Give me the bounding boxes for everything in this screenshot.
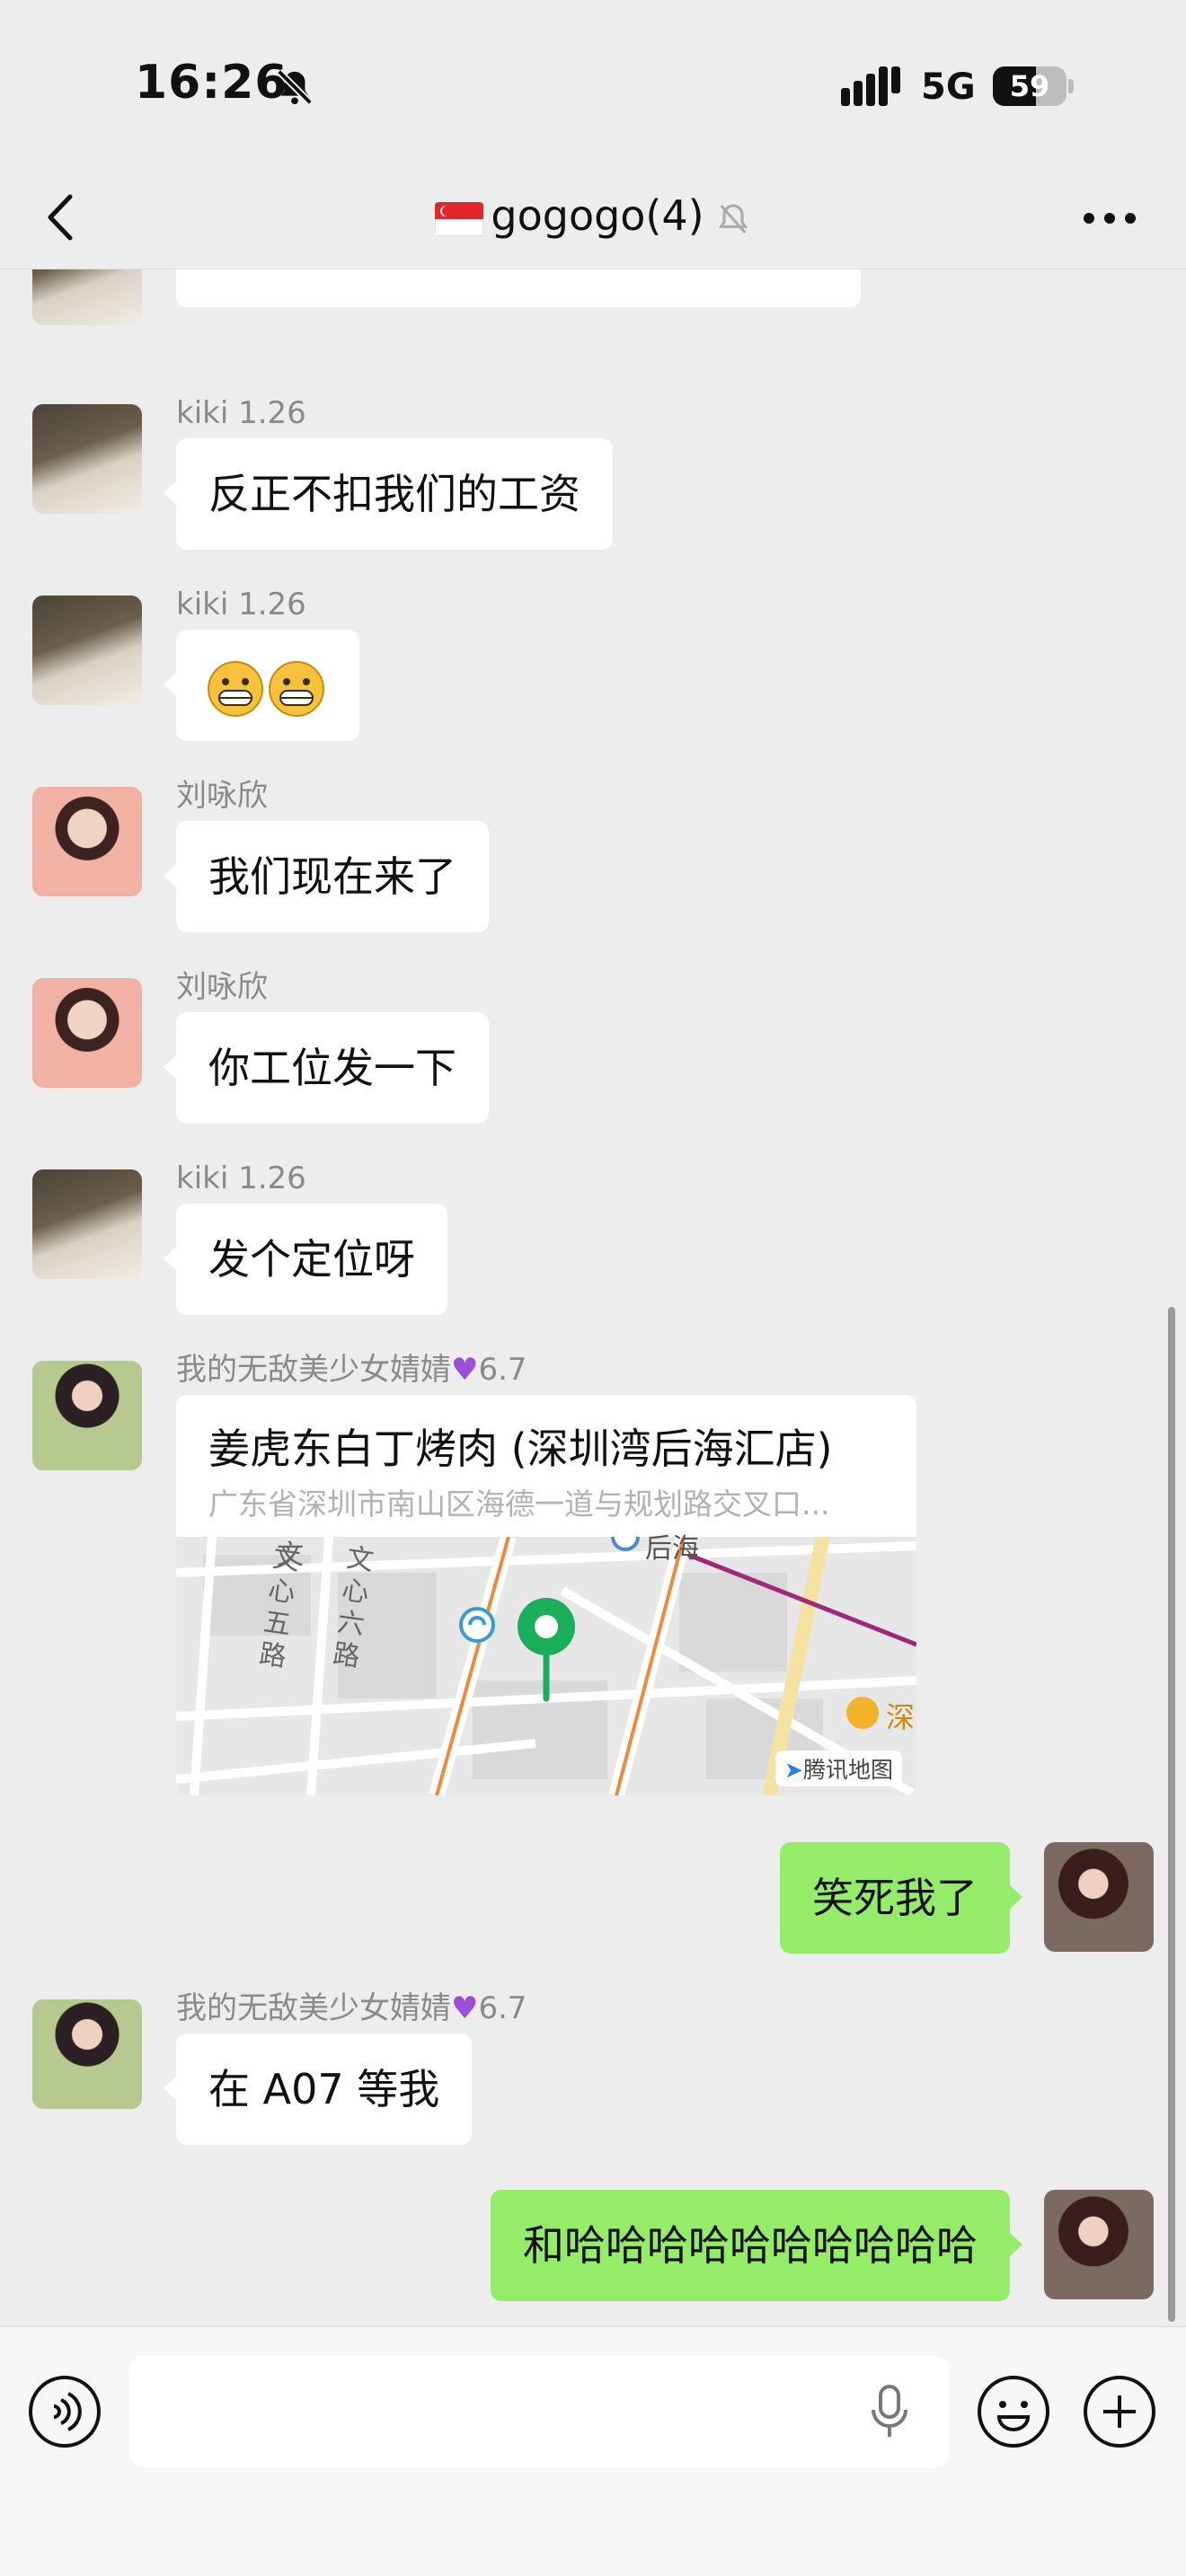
battery-icon: 59 [993, 66, 1074, 106]
sender-name: kiki 1.26 [176, 587, 306, 622]
message-bubble[interactable]: 让老板知道谁才是这办公室的主人 [176, 269, 861, 307]
sender-name: 我的无敌美少女婧婧♥6.7 [176, 1352, 527, 1388]
location-name: 姜虎东白丁烤肉 (深圳湾后海汇店) [208, 1425, 833, 1473]
battery-level: 59 [1009, 69, 1050, 103]
map-label-shen: 深 [886, 1700, 916, 1734]
location-card[interactable]: 姜虎东白丁烤肉 (深圳湾后海汇店) 广东省深圳市南山区海德一道与规划路交叉口..… [176, 1395, 916, 1795]
message-bubble[interactable]: 在 A07 等我 [163, 2033, 473, 2145]
avatar[interactable] [1044, 2190, 1154, 2299]
chat-title[interactable]: gogogo(4) [0, 184, 1186, 247]
avatar[interactable] [32, 404, 142, 514]
message-bubble[interactable]: 笑死我了 [780, 1842, 1022, 1954]
message-bubble[interactable]: 你工位发一下 [164, 1012, 489, 1124]
avatar[interactable] [32, 1999, 142, 2109]
avatar[interactable] [32, 1361, 142, 1470]
message-bubble[interactable]: 发个定位呀 [164, 1204, 447, 1315]
sender-name: 刘咏欣 [176, 969, 268, 1005]
location-address: 广东省深圳市南山区海德一道与规划路交叉口... [208, 1486, 830, 1522]
voice-icon[interactable] [27, 2374, 102, 2449]
location-map: 文 文心五路 文心六路 后海 深 ➤腾讯地图 [176, 1522, 916, 1795]
sender-name: kiki 1.26 [176, 1160, 306, 1196]
grin-emoji-icon [208, 660, 263, 717]
avatar[interactable] [32, 595, 142, 705]
map-provider: ➤腾讯地图 [775, 1751, 902, 1786]
chat-header: gogogo(4) [0, 166, 1186, 269]
status-bar: 16:26 5G 59 [0, 0, 1186, 166]
message-input[interactable] [129, 2356, 949, 2467]
bell-off-icon [277, 69, 313, 105]
chat-history[interactable]: 让老板知道谁才是这办公室的主人 kiki 1.26 反正不扣我们的工资 kiki… [0, 269, 1186, 2326]
scrollbar[interactable] [1168, 1307, 1175, 2322]
status-time: 16:26 [135, 56, 288, 110]
purple-heart-icon: ♥ [451, 1990, 479, 2026]
plus-icon[interactable] [1082, 2374, 1157, 2449]
map-label-houhai: 后海 [645, 1533, 699, 1565]
purple-heart-icon: ♥ [451, 1352, 479, 1388]
map-provider-icon: ➤ [784, 1757, 803, 1783]
emoji-icon[interactable] [976, 2374, 1051, 2449]
avatar[interactable] [1044, 1842, 1154, 1952]
chat-title-text: gogogo(4) [491, 191, 704, 240]
sender-name: 我的无敌美少女婧婧♥6.7 [176, 1990, 527, 2026]
avatar[interactable] [32, 787, 142, 896]
network-label: 5G [921, 66, 976, 108]
more-dots-icon[interactable] [1078, 200, 1141, 236]
sender-name: kiki 1.26 [176, 395, 306, 431]
signal-icon [841, 66, 900, 106]
message-bubble[interactable]: 反正不扣我们的工资 [164, 438, 613, 550]
grin-emoji-icon [269, 660, 324, 717]
sender-name: 刘咏欣 [176, 778, 268, 814]
avatar[interactable] [32, 978, 142, 1088]
avatar[interactable] [32, 269, 142, 325]
message-bubble[interactable]: 我们现在来了 [164, 821, 489, 932]
input-bar [0, 2326, 1186, 2576]
mic-icon[interactable] [864, 2383, 915, 2440]
message-bubble[interactable] [164, 630, 359, 741]
avatar[interactable] [32, 1169, 142, 1279]
singapore-flag-icon [435, 201, 484, 236]
message-bubble[interactable]: 和哈哈哈哈哈哈哈哈哈哈 [491, 2190, 1022, 2301]
bell-off-icon [718, 203, 748, 234]
